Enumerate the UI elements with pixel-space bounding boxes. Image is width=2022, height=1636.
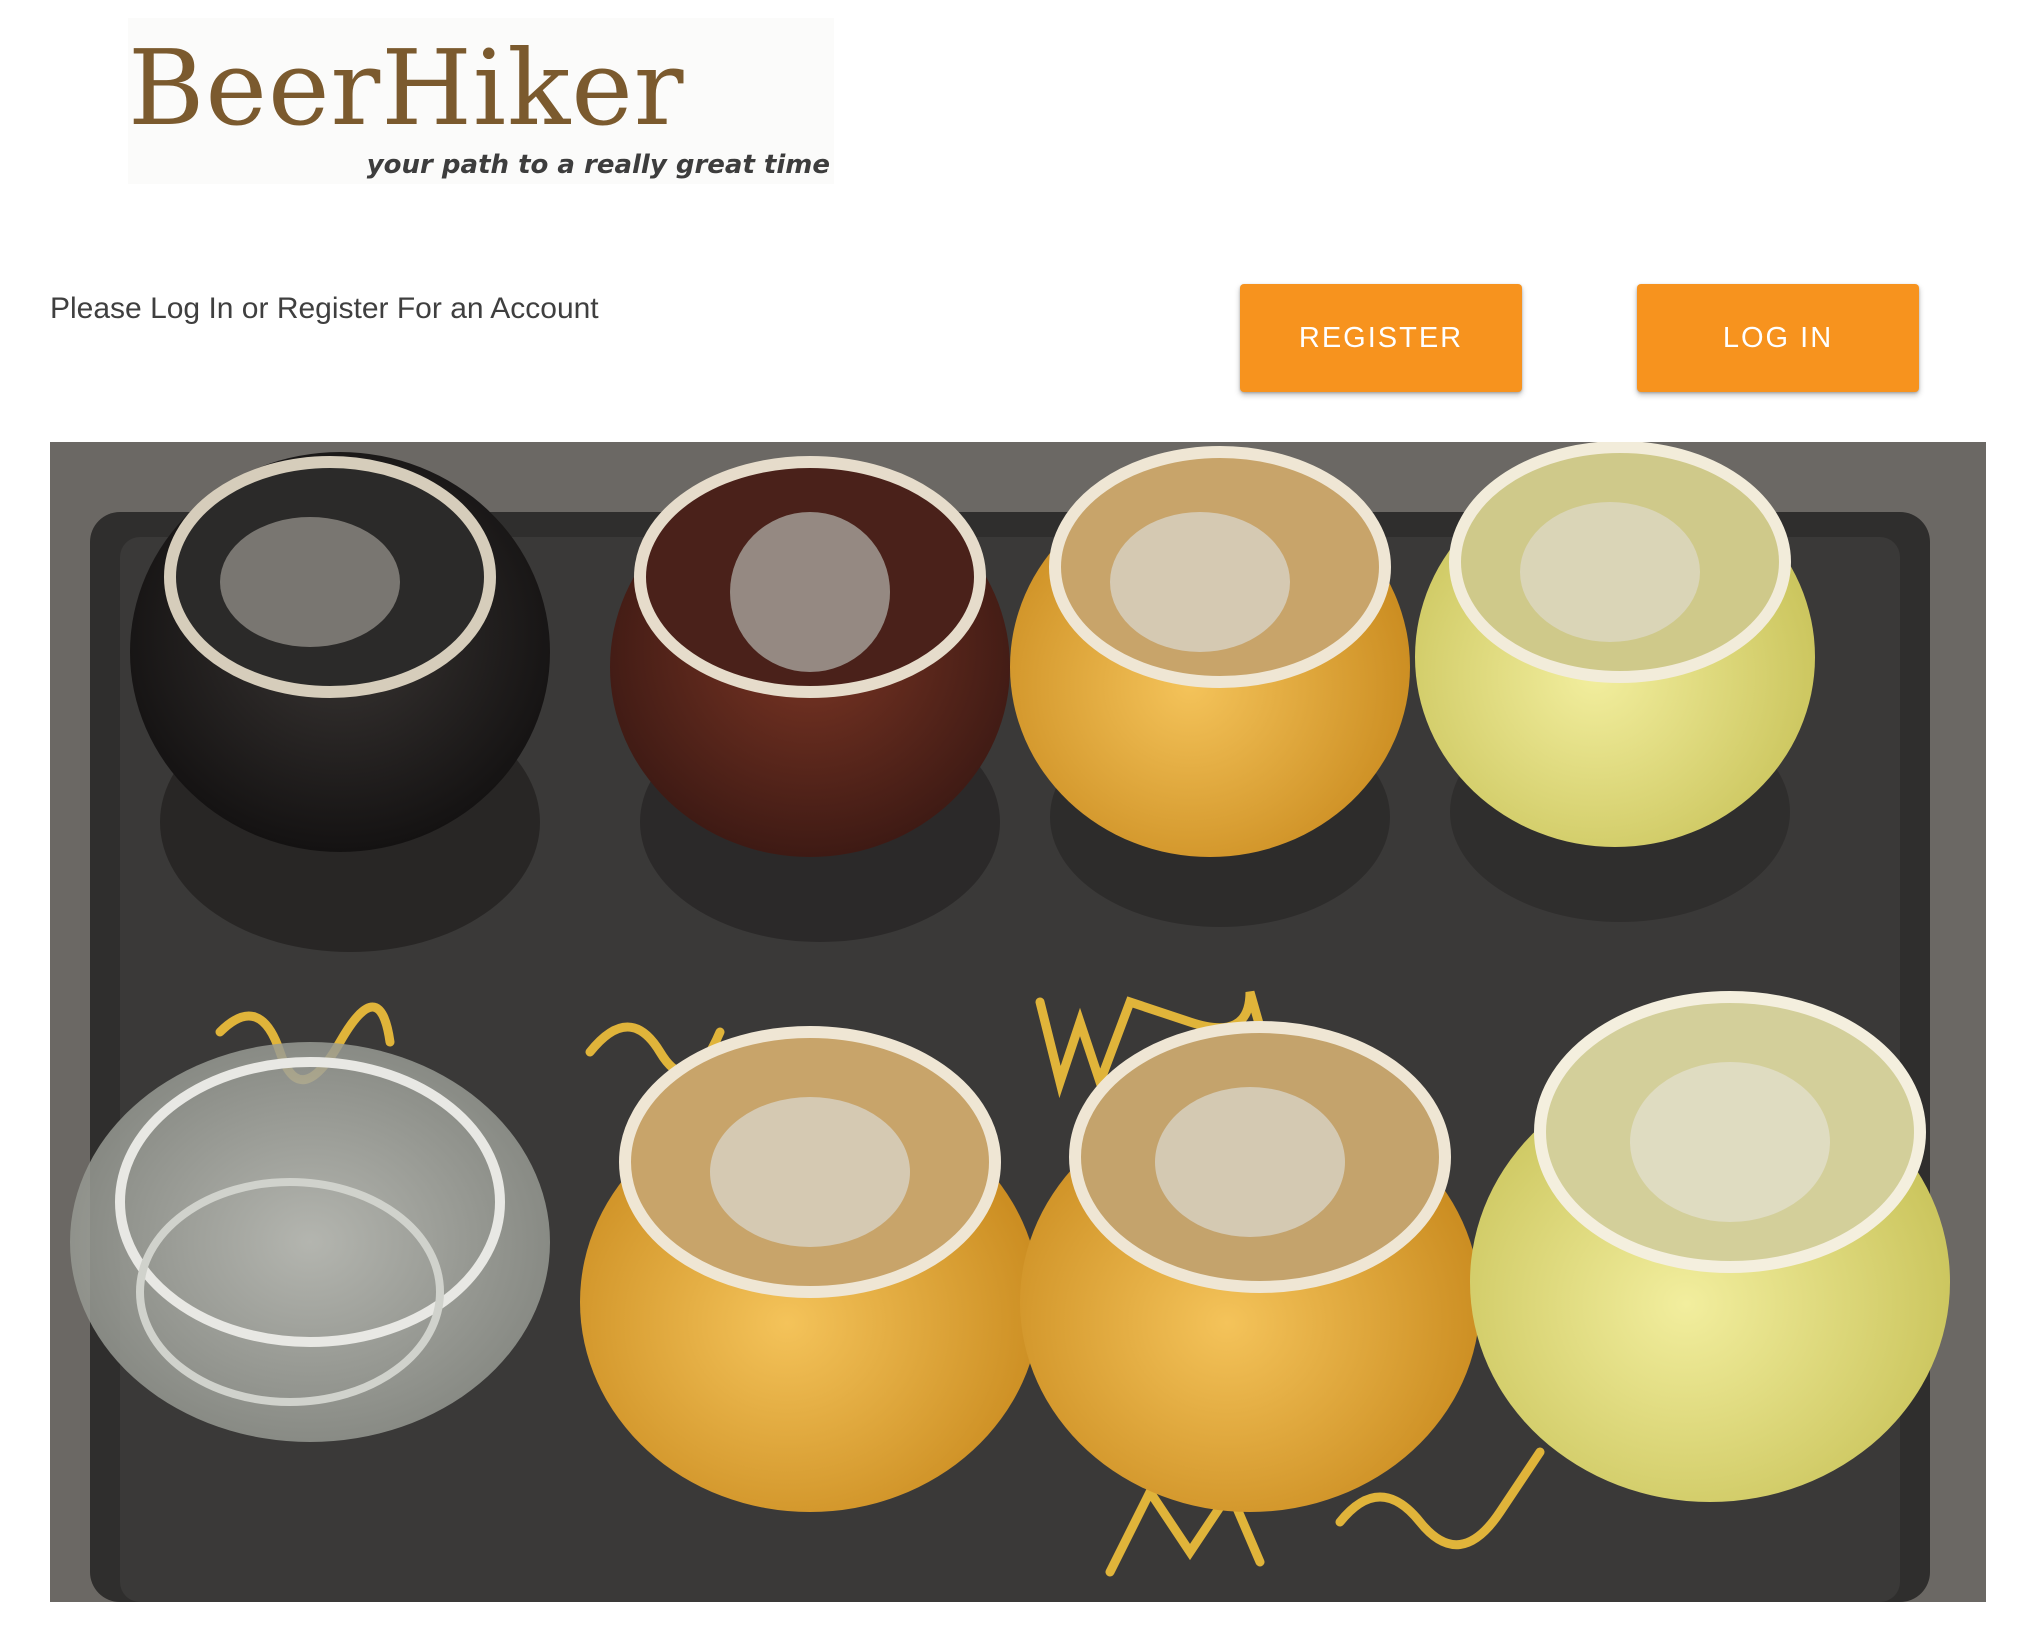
glass-pale [1415,442,1815,922]
hero-beer-flight-image [50,442,1986,1602]
glass-stout [130,452,550,952]
login-button[interactable]: LOG IN [1637,284,1919,392]
auth-prompt: Please Log In or Register For an Account [50,292,599,325]
register-button[interactable]: REGISTER [1240,284,1522,392]
glass-red [610,456,1010,942]
brand-logo[interactable]: BeerHiker your path to a really great ti… [128,18,834,184]
beer-flight-illustration [50,442,1986,1602]
glass-amber-3 [1020,1021,1480,1512]
glass-amber [1010,446,1410,927]
glass-empty [70,1042,550,1442]
logo-tagline: your path to a really great time [366,150,830,180]
logo-title: BeerHiker [128,27,685,149]
glass-amber-2 [580,1026,1040,1512]
